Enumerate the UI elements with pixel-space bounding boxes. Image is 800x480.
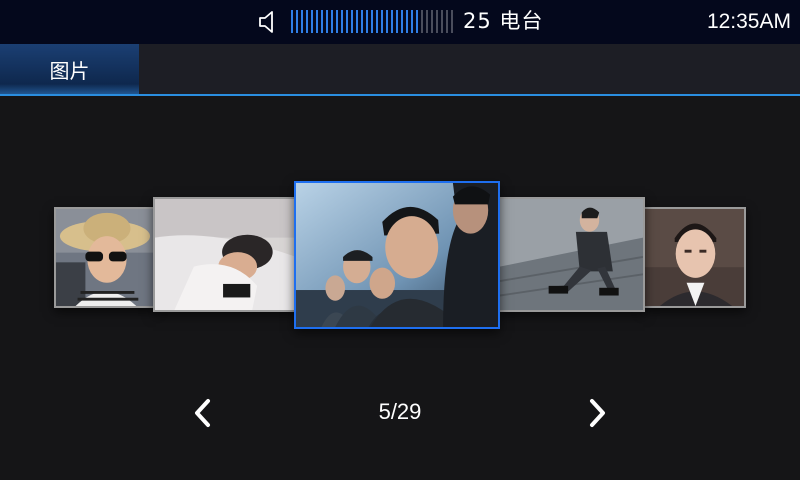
page-indicator: 5/29 xyxy=(378,399,422,424)
photo-thumbnail[interactable] xyxy=(498,197,645,312)
previous-button[interactable] xyxy=(186,396,220,430)
next-button[interactable] xyxy=(580,396,614,430)
photo-thumbnail[interactable] xyxy=(643,207,746,308)
chevron-left-icon xyxy=(195,399,210,427)
photo-thumbnail[interactable] xyxy=(54,207,156,308)
photo-thumbnail[interactable] xyxy=(153,197,298,312)
photo-thumbnail-selected[interactable] xyxy=(294,181,500,329)
chevron-right-icon xyxy=(590,399,605,427)
